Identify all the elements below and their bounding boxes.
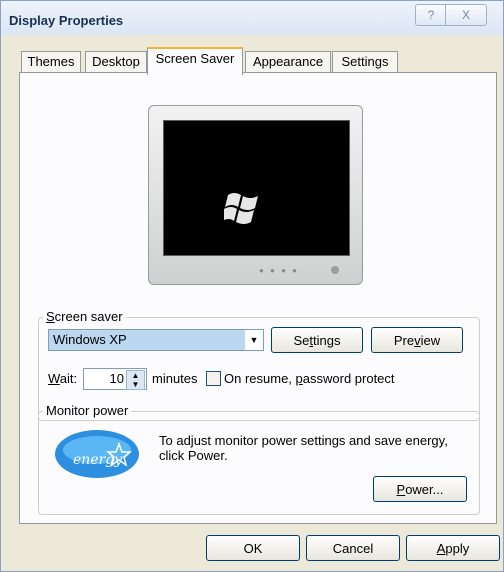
wait-value: 10 (109, 371, 124, 386)
password-protect-label: On resume, password protect (224, 371, 395, 386)
energy-logo-text: energy (73, 452, 123, 468)
windows-logo-icon (224, 193, 258, 224)
tab-label: Settings (341, 54, 389, 69)
tab-label: Desktop (92, 54, 140, 69)
title-bar: Display Properties ? X (1, 1, 503, 35)
monitor-preview: ● ● ● ● (148, 105, 363, 285)
preview-screen (163, 120, 350, 256)
tab-label: Themes (27, 54, 75, 69)
window-title: Display Properties (9, 13, 124, 28)
monitor-buttons: ● ● ● ● (259, 266, 299, 275)
ok-button[interactable]: OK (206, 535, 300, 561)
monitor-power-description-line2: click Power. (159, 448, 228, 463)
close-icon: X (461, 8, 470, 22)
power-button[interactable]: Power... (373, 476, 467, 502)
screen-saver-group-label: Screen saver (43, 309, 126, 324)
wait-label: Wait: (48, 371, 78, 386)
cancel-button[interactable]: Cancel (306, 535, 400, 561)
monitor-power-group-label: Monitor power (43, 403, 132, 418)
monitor-power-description-line1: To adjust monitor power settings and sav… (159, 433, 448, 448)
tab-screen-saver[interactable]: Screen Saver (147, 47, 243, 75)
preview-button[interactable]: Preview (371, 327, 463, 353)
tab-settings[interactable]: Settings (332, 51, 398, 72)
password-protect-checkbox[interactable] (206, 371, 221, 386)
chevron-down-icon[interactable]: ▼ (245, 330, 263, 350)
minutes-label: minutes (152, 371, 198, 386)
screen-saver-selected: Windows XP (53, 332, 127, 347)
monitor-power-led-icon (331, 266, 339, 274)
settings-button[interactable]: Settings (271, 327, 363, 353)
tab-themes[interactable]: Themes (21, 51, 81, 72)
apply-button[interactable]: Apply (406, 535, 500, 561)
tab-appearance[interactable]: Appearance (245, 51, 331, 72)
help-button[interactable]: ? (415, 4, 446, 26)
screen-saver-dropdown[interactable]: Windows XP ▼ (48, 329, 264, 351)
energy-star-logo-icon: energy (55, 430, 139, 478)
tab-label: Screen Saver (155, 51, 235, 66)
close-button[interactable]: X (445, 4, 487, 26)
help-icon: ? (427, 8, 435, 22)
tab-desktop[interactable]: Desktop (85, 51, 147, 72)
tab-label: Appearance (252, 54, 324, 69)
spinner-arrows-icon[interactable]: ▲ ▼ (126, 370, 145, 390)
wait-minutes-spinner[interactable]: 10 ▲ ▼ (83, 368, 147, 390)
display-properties-window: Display Properties ? X Themes Desktop Sc… (0, 0, 504, 572)
